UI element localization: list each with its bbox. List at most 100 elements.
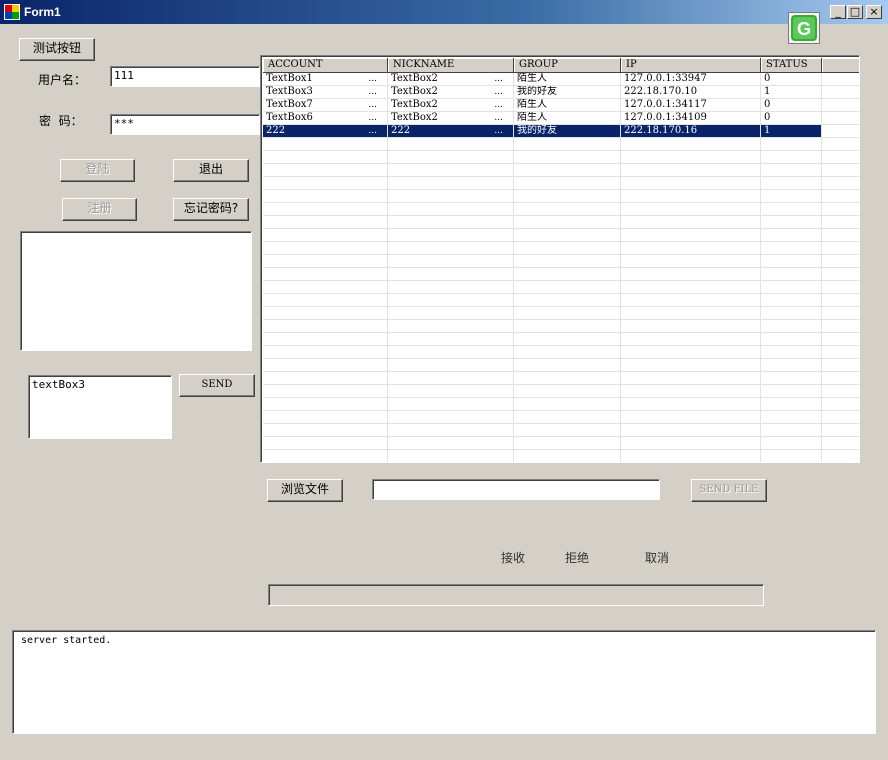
empty-cell[interactable] <box>761 320 822 332</box>
empty-cell[interactable] <box>621 268 761 280</box>
empty-cell[interactable] <box>514 138 621 150</box>
empty-cell[interactable] <box>822 255 859 267</box>
table-row[interactable] <box>263 164 859 177</box>
empty-cell[interactable] <box>822 294 859 306</box>
table-row[interactable] <box>263 424 859 437</box>
exit-button[interactable]: 退出 <box>173 159 249 182</box>
table-row[interactable] <box>263 385 859 398</box>
cell-nickname[interactable]: 222... <box>388 125 514 137</box>
empty-cell[interactable] <box>761 437 822 449</box>
empty-cell[interactable] <box>514 190 621 202</box>
column-header-ip[interactable]: IP <box>621 58 761 73</box>
empty-cell[interactable] <box>761 281 822 293</box>
empty-cell[interactable] <box>388 346 514 358</box>
empty-cell[interactable] <box>263 372 388 384</box>
empty-cell[interactable] <box>263 138 388 150</box>
send-button[interactable]: SEND <box>179 374 255 397</box>
table-row[interactable] <box>263 216 859 229</box>
empty-cell[interactable] <box>822 216 859 228</box>
empty-cell[interactable] <box>263 242 388 254</box>
column-header-group[interactable]: GROUP <box>514 58 621 73</box>
empty-cell[interactable] <box>761 359 822 371</box>
ellipsis-button[interactable]: ... <box>494 112 503 124</box>
empty-cell[interactable] <box>621 398 761 410</box>
empty-cell[interactable] <box>514 268 621 280</box>
empty-cell[interactable] <box>761 255 822 267</box>
g-logo-icon[interactable]: G <box>788 12 820 44</box>
table-row[interactable] <box>263 437 859 450</box>
empty-cell[interactable] <box>822 307 859 319</box>
empty-cell[interactable] <box>388 359 514 371</box>
column-header-account[interactable]: ACCOUNT <box>263 58 388 73</box>
table-row[interactable] <box>263 203 859 216</box>
empty-cell[interactable] <box>388 216 514 228</box>
empty-cell[interactable] <box>761 294 822 306</box>
maximize-button[interactable]: □ <box>847 5 863 19</box>
cell-ip[interactable]: 222.18.170.10 <box>621 86 761 98</box>
accept-label[interactable]: 接收 <box>501 549 525 566</box>
table-row[interactable] <box>263 242 859 255</box>
minimize-button[interactable]: _ <box>830 5 846 19</box>
empty-cell[interactable] <box>263 294 388 306</box>
empty-cell[interactable] <box>822 437 859 449</box>
empty-cell[interactable] <box>388 203 514 215</box>
empty-cell[interactable] <box>514 320 621 332</box>
empty-cell[interactable] <box>388 294 514 306</box>
table-row[interactable] <box>263 411 859 424</box>
table-row[interactable] <box>263 138 859 151</box>
empty-cell[interactable] <box>822 346 859 358</box>
cell-status[interactable]: 0 <box>761 73 822 85</box>
empty-cell[interactable] <box>761 242 822 254</box>
empty-cell[interactable] <box>263 307 388 319</box>
empty-cell[interactable] <box>388 190 514 202</box>
empty-cell[interactable] <box>514 177 621 189</box>
empty-cell[interactable] <box>621 281 761 293</box>
empty-cell[interactable] <box>621 164 761 176</box>
empty-cell[interactable] <box>621 138 761 150</box>
empty-cell[interactable] <box>621 372 761 384</box>
empty-cell[interactable] <box>263 164 388 176</box>
empty-cell[interactable] <box>761 177 822 189</box>
empty-cell[interactable] <box>822 229 859 241</box>
file-path-input[interactable] <box>372 479 660 500</box>
ellipsis-button[interactable]: ... <box>368 86 377 98</box>
empty-cell[interactable] <box>761 203 822 215</box>
empty-cell[interactable] <box>621 424 761 436</box>
empty-cell[interactable] <box>388 268 514 280</box>
message-input[interactable]: textBox3 <box>28 375 172 439</box>
empty-cell[interactable] <box>388 385 514 397</box>
empty-cell[interactable] <box>822 151 859 163</box>
cell-status[interactable]: 1 <box>761 86 822 98</box>
cell-nickname[interactable]: TextBox2... <box>388 86 514 98</box>
ellipsis-button[interactable]: ... <box>494 125 503 137</box>
send-file-button[interactable]: SEND FILE <box>691 479 767 502</box>
empty-cell[interactable] <box>514 255 621 267</box>
table-row[interactable] <box>263 177 859 190</box>
table-row[interactable] <box>263 346 859 359</box>
cell-ip[interactable]: 127.0.0.1:34117 <box>621 99 761 111</box>
user-grid[interactable]: ACCOUNT NICKNAME GROUP IP STATUS TextBox… <box>260 55 860 463</box>
cell-account[interactable]: TextBox1... <box>263 73 388 85</box>
empty-cell[interactable] <box>263 333 388 345</box>
cell-group[interactable]: 陌生人 <box>514 112 621 124</box>
empty-cell[interactable] <box>388 450 514 462</box>
chat-history-box[interactable] <box>20 231 252 351</box>
empty-cell[interactable] <box>514 216 621 228</box>
empty-cell[interactable] <box>263 190 388 202</box>
empty-cell[interactable] <box>822 411 859 423</box>
empty-cell[interactable] <box>621 359 761 371</box>
table-row[interactable] <box>263 372 859 385</box>
table-row[interactable] <box>263 398 859 411</box>
table-row[interactable] <box>263 294 859 307</box>
empty-cell[interactable] <box>621 294 761 306</box>
table-row[interactable] <box>263 229 859 242</box>
empty-cell[interactable] <box>514 229 621 241</box>
cell-status[interactable]: 0 <box>761 112 822 124</box>
register-button[interactable]: 注册 <box>62 198 137 221</box>
empty-cell[interactable] <box>822 372 859 384</box>
empty-cell[interactable] <box>761 138 822 150</box>
empty-cell[interactable] <box>514 307 621 319</box>
empty-cell[interactable] <box>822 125 859 137</box>
cancel-label[interactable]: 取消 <box>645 549 669 566</box>
empty-cell[interactable] <box>514 151 621 163</box>
